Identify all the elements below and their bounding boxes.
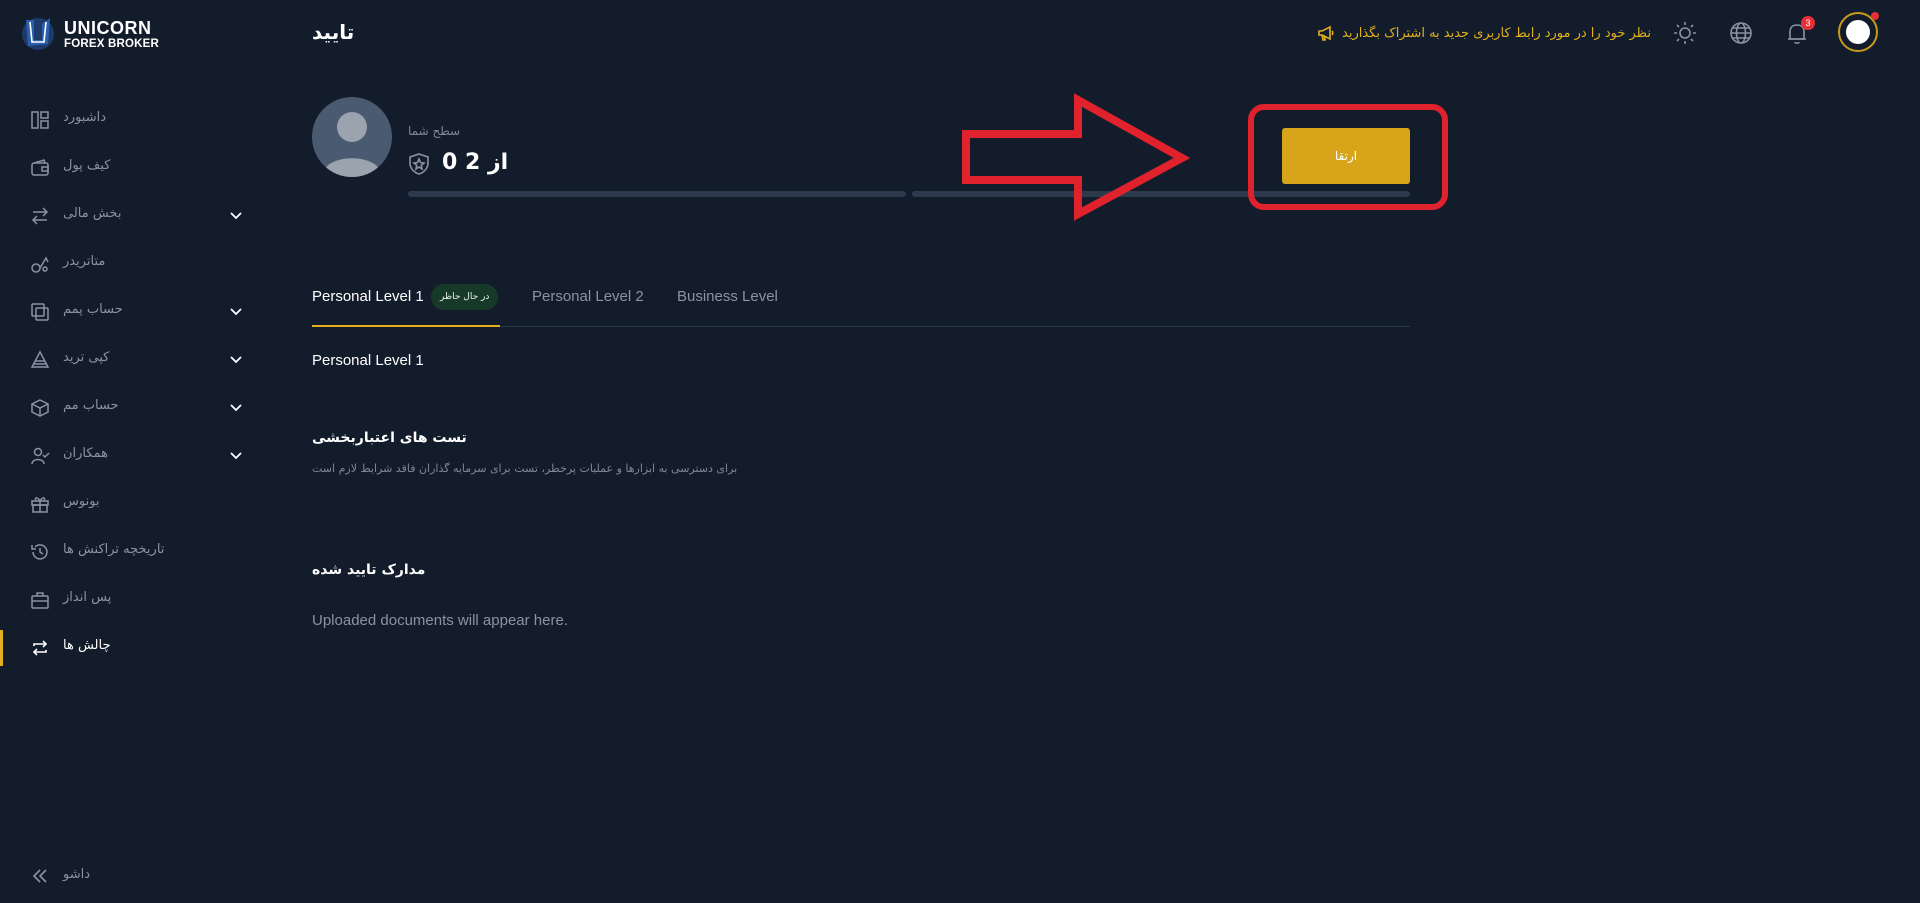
section-title: Personal Level 1 [312, 352, 424, 369]
transfer-arrows-icon [30, 206, 50, 226]
sidebar-item-challenges[interactable]: چالش ها [0, 624, 260, 672]
megaphone-icon [1318, 25, 1334, 41]
tab-personal-level-1[interactable]: Personal Level 1 در حال حاظر [312, 282, 500, 327]
chevron-down-icon[interactable] [228, 400, 244, 416]
gift-icon [30, 494, 50, 514]
user-silhouette-icon [322, 112, 382, 177]
sidebar-item-label: بخش مالی [63, 206, 122, 221]
sidebar-item-bonus[interactable]: بونوس [0, 480, 260, 528]
active-indicator [0, 630, 3, 666]
chevron-down-icon[interactable] [228, 208, 244, 224]
dashboard-icon [30, 110, 50, 130]
accreditation-tests-title: تست های اعتباربخشی [312, 430, 467, 446]
copy-trade-icon [30, 350, 50, 370]
logo-tagline: FOREX BROKER [64, 38, 160, 50]
tab-personal-level-2[interactable]: Personal Level 2 [532, 282, 652, 325]
sidebar-item-label: داشبورد [63, 110, 106, 125]
verified-documents-title: مدارک تایید شده [312, 562, 426, 578]
sidebar-item-label: حساب مم [63, 398, 119, 413]
sidebar-item-finance[interactable]: بخش مالی [0, 192, 260, 240]
tab-business-level[interactable]: Business Level [677, 282, 787, 325]
savings-icon [30, 590, 50, 610]
current-status-badge: در حال حاظر [431, 284, 499, 310]
annotation-arrow-icon [962, 93, 1190, 221]
sidebar-item-copy-trade[interactable]: کپی ترید [0, 336, 260, 384]
sidebar-item-label: همکاران [63, 446, 108, 461]
notification-count-badge: 3 [1801, 16, 1815, 30]
wallet-icon [30, 158, 50, 178]
feedback-text: نظر خود را در مورد رابط کاربری جدید به ا… [1342, 25, 1651, 41]
level-caption: سطح شما [408, 124, 461, 138]
status-dot [1871, 12, 1879, 20]
feedback-link[interactable]: نظر خود را در مورد رابط کاربری جدید به ا… [1316, 22, 1651, 44]
sidebar-item-label: کیف پول [63, 158, 111, 173]
user-menu-avatar[interactable] [1838, 12, 1879, 52]
sun-icon [1674, 22, 1696, 44]
level-progress-segment-1 [408, 191, 906, 197]
sidebar-item-label: چالش ها [63, 638, 111, 653]
metatrader-icon [30, 254, 50, 274]
sidebar-item-metatrader[interactable]: متاتریدر [0, 240, 260, 288]
sidebar-item-label: پس انداز [63, 590, 112, 605]
sidebar-item-wallet[interactable]: کیف پول [0, 144, 260, 192]
sidebar-item-label: حساب پمم [63, 302, 123, 317]
tab-label: Personal Level 2 [532, 288, 644, 305]
sidebar-item-transaction-history[interactable]: تاریخچه تراکنش ها [0, 528, 260, 576]
theme-toggle-button[interactable] [1672, 20, 1698, 46]
globe-icon [1730, 22, 1752, 44]
sidebar-item-savings[interactable]: پس انداز [0, 576, 260, 624]
language-button[interactable] [1728, 20, 1754, 46]
page-title: تایید [312, 20, 355, 44]
history-icon [30, 542, 50, 562]
chevron-down-icon[interactable] [228, 448, 244, 464]
level-tabs: Personal Level 1 در حال حاظر Personal Le… [312, 282, 1410, 327]
shield-star-icon [409, 153, 429, 175]
avatar-image [1846, 20, 1870, 44]
chevron-down-icon[interactable] [228, 352, 244, 368]
sidebar-item-pamm-account[interactable]: حساب پمم [0, 288, 260, 336]
sidebar-item-dashboard[interactable]: داشبورد [0, 96, 260, 144]
double-chevron-left-icon [30, 866, 50, 886]
collapse-label: داشو [63, 867, 91, 882]
active-tab-underline [312, 325, 500, 327]
sidebar: UNICORN FOREX BROKER داشبورد کیف پول بخش… [0, 0, 260, 903]
sidebar-item-mam-account[interactable]: حساب مم [0, 384, 260, 432]
logo-wordmark: UNICORN [64, 18, 152, 38]
unicorn-logo-mark-icon [22, 18, 54, 50]
challenges-icon [30, 638, 50, 658]
sidebar-item-label: متاتریدر [63, 254, 106, 269]
profile-avatar [312, 97, 392, 177]
tab-label: Personal Level 1 [312, 288, 424, 305]
sidebar-item-label: تاریخچه تراکنش ها [63, 542, 165, 557]
tab-label: Business Level [677, 288, 778, 305]
upgrade-button[interactable]: ارتقا [1282, 128, 1410, 184]
sidebar-item-label: بونوس [63, 494, 100, 509]
documents-empty-state: Uploaded documents will appear here. [312, 612, 568, 629]
level-value: از 2 0 [442, 150, 509, 175]
pamm-account-icon [30, 302, 50, 322]
chevron-down-icon[interactable] [228, 304, 244, 320]
sidebar-item-label: کپی ترید [63, 350, 110, 365]
partners-icon [30, 446, 50, 466]
sidebar-nav: داشبورد کیف پول بخش مالی متاتریدر حساب پ… [0, 96, 260, 672]
level-progress-segment-2 [912, 191, 1410, 197]
accreditation-tests-description: برای دسترسی به ابزارها و عملیات پرخطر، ت… [312, 462, 738, 475]
collapse-sidebar-button[interactable]: داشو [0, 862, 260, 892]
sidebar-item-partners[interactable]: همکاران [0, 432, 260, 480]
unicorn-logo[interactable]: UNICORN FOREX BROKER [20, 12, 170, 54]
cube-icon [30, 398, 50, 418]
